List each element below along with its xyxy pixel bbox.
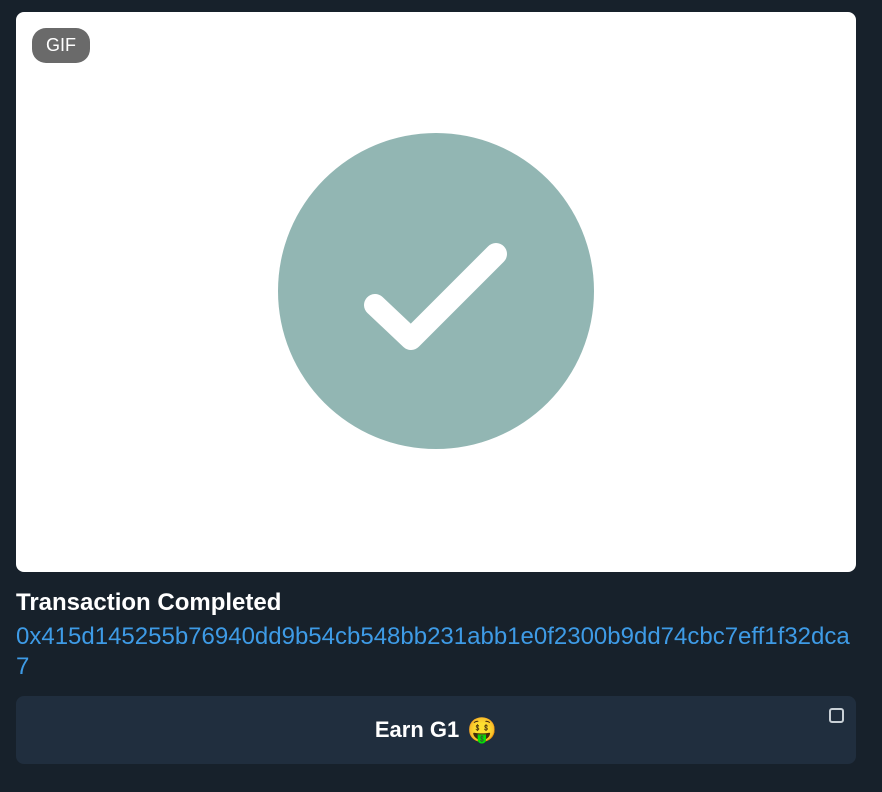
earn-g1-button[interactable]: Earn G1 🤑: [16, 696, 856, 764]
expand-icon: [829, 708, 844, 723]
check-circle-icon: [278, 133, 594, 449]
gif-badge: GIF: [32, 28, 90, 63]
money-mouth-icon: 🤑: [467, 716, 498, 744]
gif-preview[interactable]: GIF: [16, 12, 856, 572]
transaction-title: Transaction Completed: [16, 589, 282, 616]
earn-g1-label: Earn G1: [374, 717, 460, 742]
transaction-hash-link[interactable]: 0x415d145255b76940dd9b54cb548bb231abb1e0…: [16, 622, 856, 682]
message-bubble: GIF Transaction Completed 0x415d145255b7…: [0, 0, 882, 792]
